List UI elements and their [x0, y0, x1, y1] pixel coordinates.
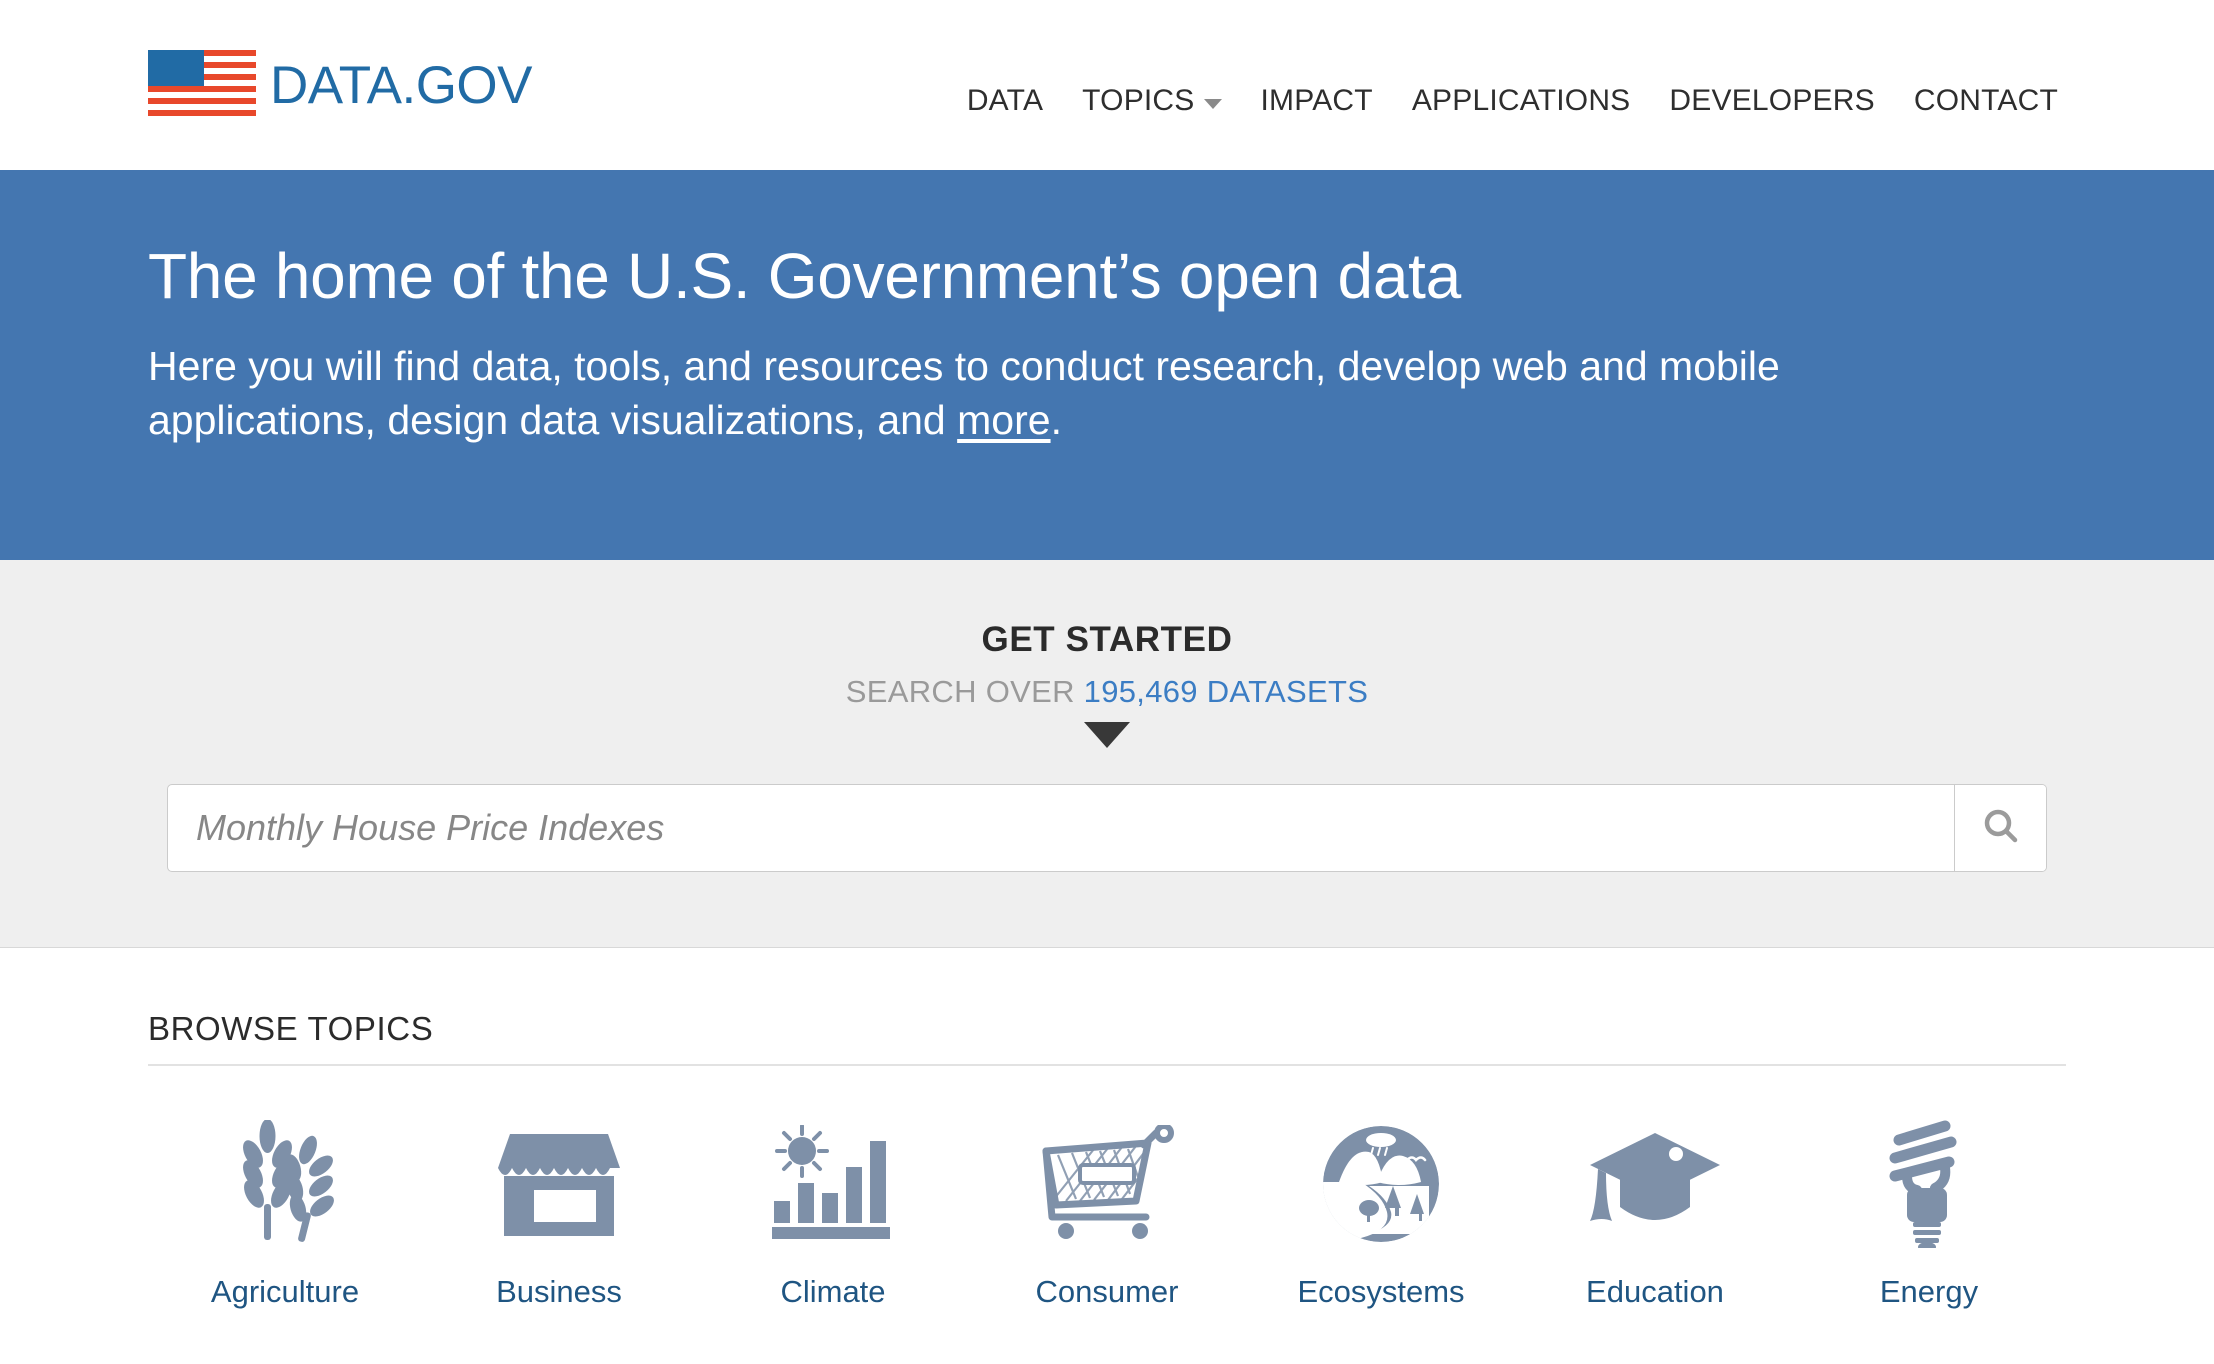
nav-item-data[interactable]: DATA — [967, 84, 1043, 118]
nav-label: DEVELOPERS — [1669, 84, 1875, 117]
topic-ecosystems[interactable]: Ecosystems — [1244, 1118, 1518, 1310]
hero-description-suffix: . — [1050, 397, 1062, 444]
topic-label: Agriculture — [210, 1274, 360, 1309]
topic-business[interactable]: Business — [422, 1118, 696, 1310]
topic-label: Business — [496, 1274, 622, 1309]
topic-climate[interactable]: Climate — [696, 1118, 970, 1310]
nav-item-applications[interactable]: APPLICATIONS — [1412, 84, 1631, 118]
brand-name: DATA.GOV — [270, 55, 533, 115]
hero-banner: The home of the U.S. Government’s open d… — [0, 170, 2214, 560]
nav-item-developers[interactable]: DEVELOPERS — [1669, 84, 1874, 118]
nav-label: CONTACT — [1913, 84, 2058, 117]
triangle-down-icon — [1084, 722, 1130, 748]
hero-description: Here you will find data, tools, and reso… — [148, 339, 1958, 447]
topic-energy[interactable]: Energy — [1792, 1118, 2066, 1310]
search-submit-button[interactable] — [1954, 785, 2046, 871]
search-input[interactable] — [168, 785, 1954, 871]
main-navigation: DATA TOPICS IMPACT APPLICATIONS DEVELOPE… — [967, 84, 2058, 118]
site-header: DATA.GOV DATA TOPICS IMPACT APPLICATIONS… — [0, 0, 2214, 170]
landscape-circle-icon — [1244, 1118, 1518, 1250]
browse-topics-section: BROWSE TOPICS Agriculture Business Clima… — [0, 948, 2214, 1310]
search-over-label: SEARCH OVER — [845, 674, 1084, 709]
nav-label: TOPICS — [1082, 84, 1195, 117]
dataset-count: 195,469 DATASETS — [1083, 674, 1369, 709]
chevron-down-icon — [1203, 99, 1222, 109]
browse-topics-heading: BROWSE TOPICS — [148, 1010, 2066, 1066]
topic-label: Consumer — [1035, 1274, 1179, 1309]
us-flag-icon — [148, 49, 256, 121]
site-logo[interactable]: DATA.GOV — [148, 49, 533, 121]
topic-consumer[interactable]: Consumer — [970, 1118, 1244, 1310]
nav-item-contact[interactable]: CONTACT — [1914, 84, 2058, 118]
topics-list: Agriculture Business Climate Consumer Ec… — [148, 1118, 2066, 1310]
topic-label: Ecosystems — [1297, 1274, 1465, 1309]
sun-barchart-icon — [696, 1118, 970, 1250]
get-started-heading: GET STARTED — [981, 620, 1233, 659]
dataset-count-line: SEARCH OVER 195,469 DATASETS — [0, 674, 2214, 710]
nav-item-topics[interactable]: TOPICS — [1082, 84, 1222, 118]
page-title: The home of the U.S. Government’s open d… — [148, 240, 1461, 312]
storefront-icon — [422, 1118, 696, 1250]
nav-label: DATA — [966, 84, 1044, 117]
search-bar — [167, 784, 2047, 872]
search-icon — [1979, 805, 2023, 852]
topic-label: Climate — [780, 1274, 886, 1309]
shopping-cart-icon — [970, 1118, 1244, 1250]
topic-education[interactable]: Education — [1518, 1118, 1792, 1310]
topic-label: Education — [1586, 1274, 1724, 1309]
nav-item-impact[interactable]: IMPACT — [1261, 84, 1373, 118]
search-section: GET STARTED SEARCH OVER 195,469 DATASETS — [0, 560, 2214, 948]
wheat-icon — [148, 1118, 422, 1250]
nav-label: IMPACT — [1260, 84, 1373, 117]
cfl-bulb-icon — [1792, 1118, 2066, 1250]
topic-agriculture[interactable]: Agriculture — [148, 1118, 422, 1310]
nav-label: APPLICATIONS — [1411, 84, 1631, 117]
more-link[interactable]: more — [957, 397, 1050, 443]
topic-label: Energy — [1879, 1274, 1979, 1309]
graduation-cap-icon — [1518, 1118, 1792, 1250]
